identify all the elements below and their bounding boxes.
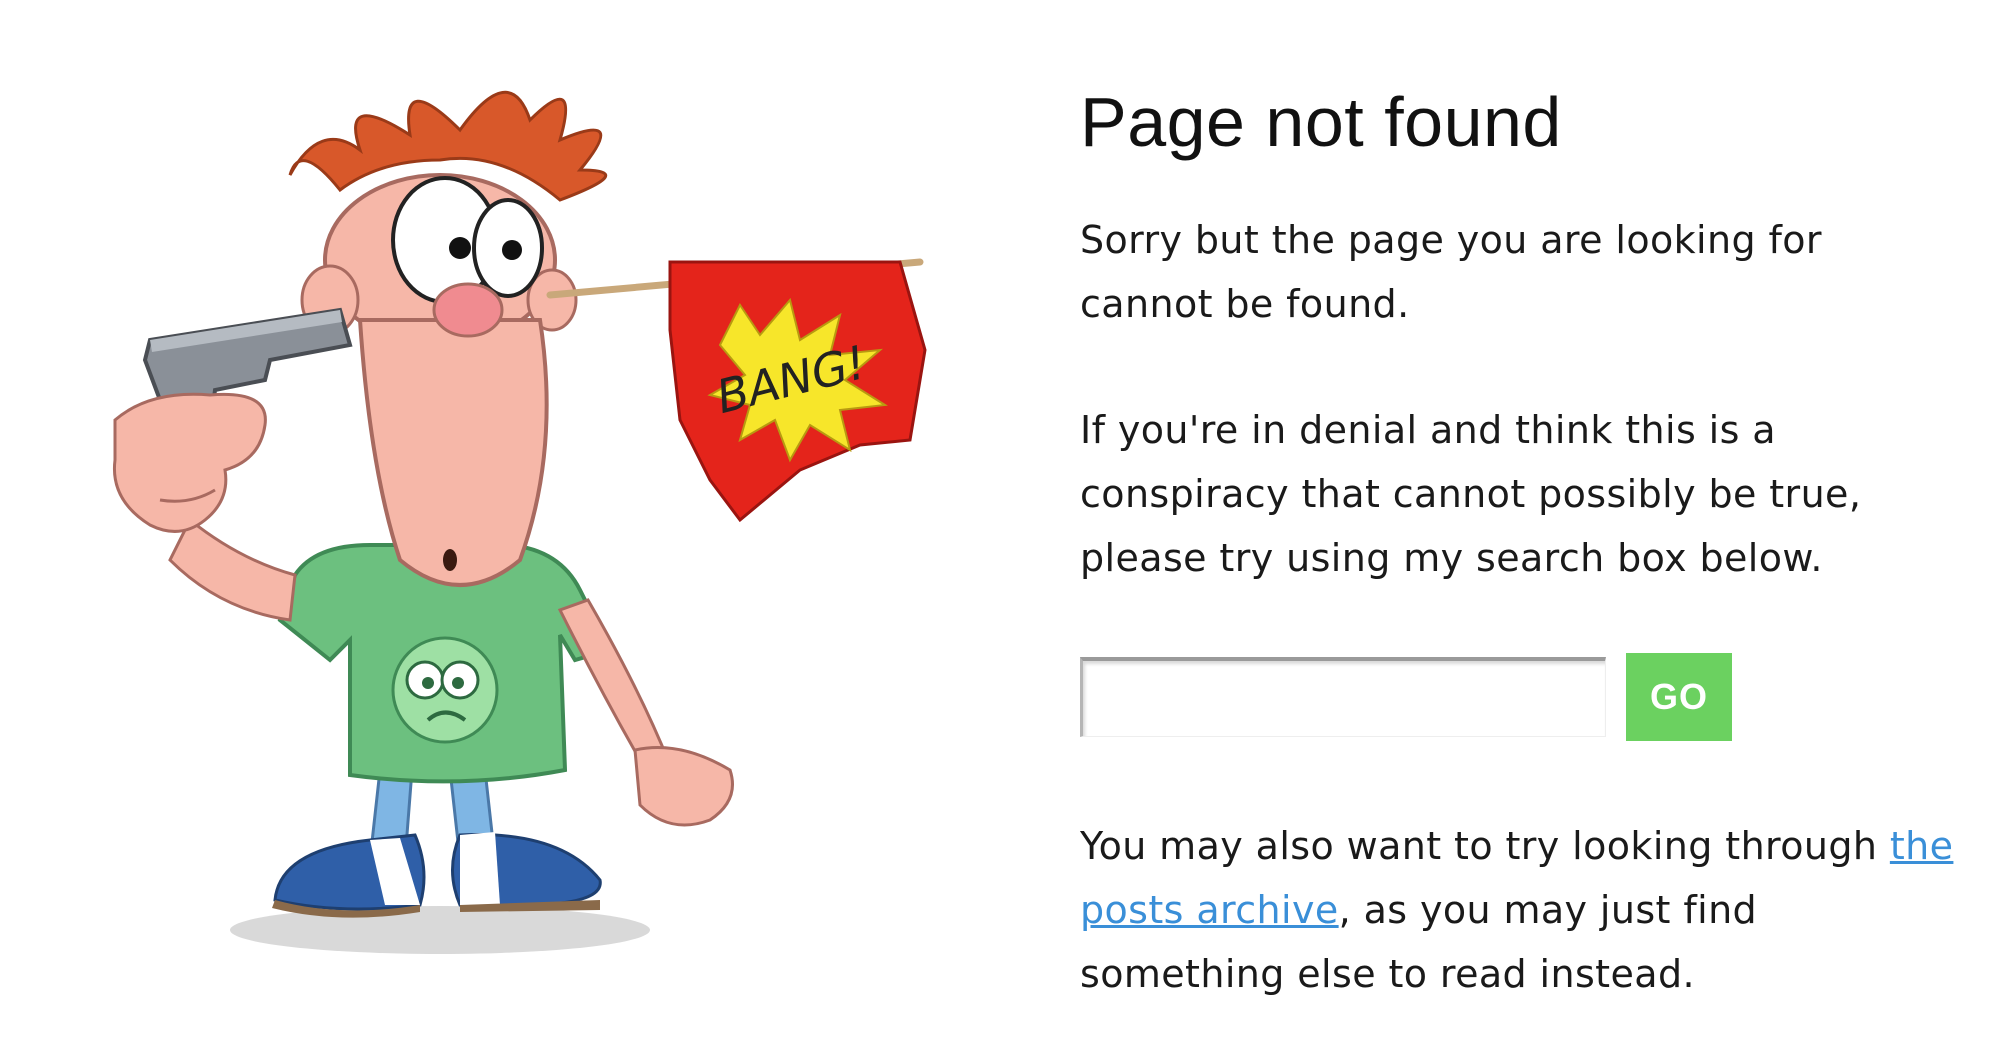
not-found-page: BANG! Page not found Sorry but the page … — [0, 0, 2000, 1062]
cartoon-man-with-gun-icon: BANG! — [112, 91, 927, 954]
archive-text: You may also want to try looking through… — [1080, 814, 1960, 1006]
archive-text-before: You may also want to try looking through — [1080, 824, 1890, 868]
page-title: Page not found — [1080, 83, 1562, 161]
search-input[interactable] — [1080, 657, 1606, 737]
not-found-content: Page not found Sorry but the page you ar… — [1080, 60, 1960, 1062]
search-form: GO — [1080, 652, 1960, 742]
intro-text: Sorry but the page you are looking for c… — [1080, 218, 1822, 326]
go-button[interactable]: GO — [1626, 653, 1732, 741]
denial-text: If you're in denial and think this is a … — [1080, 408, 1862, 580]
